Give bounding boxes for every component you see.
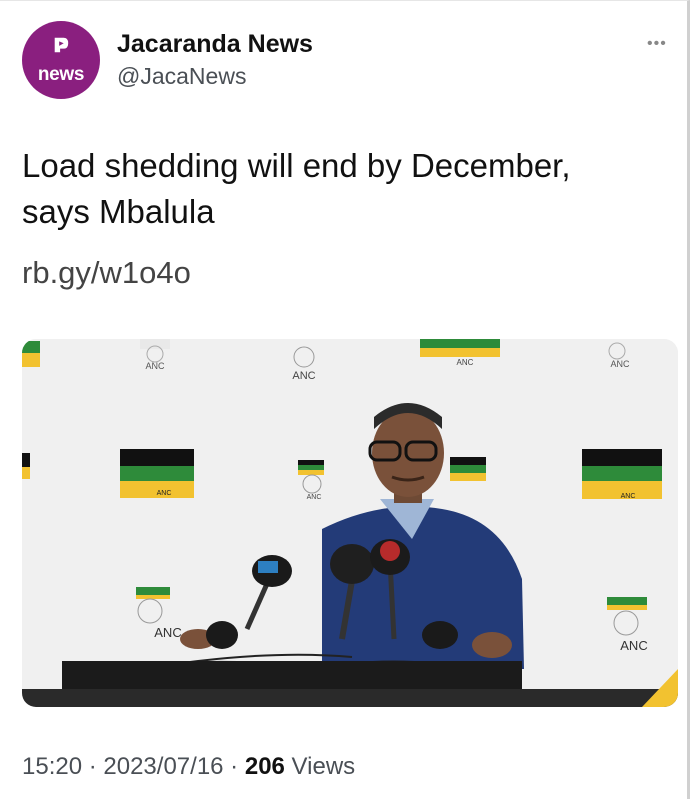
tweet-photo[interactable]: ANC ANC ANC ANC ANC ANC ANC ANC ANC [22,339,678,707]
tweet-link[interactable]: rb.gy/w1o4o [22,255,191,291]
views-label: Views [284,753,356,780]
svg-text:ANC: ANC [292,370,315,382]
press-conference-image: ANC ANC ANC ANC ANC ANC ANC ANC ANC [22,339,678,707]
jacaranda-logo-icon [54,37,69,53]
svg-text:ANC: ANC [457,358,474,367]
svg-text:ANC: ANC [157,490,172,497]
anc-flag-left: ANC [120,449,194,498]
svg-text:ANC: ANC [621,493,636,500]
anc-flag-behind-speaker [450,457,486,481]
tweet-text-line-1: Load shedding will end by December, [22,147,571,184]
more-horizontal-icon[interactable]: ••• [647,35,667,53]
tweet-card: news Jacaranda News @JacaNews ••• Load s… [0,0,690,799]
svg-text:ANC: ANC [620,638,647,653]
svg-text:ANC: ANC [145,361,165,371]
svg-text:ANC: ANC [610,359,630,369]
tweet-meta: 15:20 · 2023/07/16 · 206 Views [22,753,355,781]
avatar[interactable]: news [22,21,100,99]
svg-text:ANC: ANC [307,494,322,501]
anc-flag-right: ANC [582,449,662,500]
tweet-time[interactable]: 15:20 [22,753,82,780]
account-handle[interactable]: @JacaNews [117,63,246,90]
account-name[interactable]: Jacaranda News [117,30,313,59]
tweet-text: Load shedding will end by December, says… [22,143,662,235]
tweet-date[interactable]: 2023/07/16 [103,753,223,780]
meta-separator-1: · [82,753,104,780]
views-count: 206 [244,753,285,780]
tweet-text-line-2: says Mbalula [22,193,215,230]
svg-text:ANC: ANC [154,625,181,640]
avatar-logo-text: news [37,64,85,85]
meta-separator-2: · [223,753,245,780]
